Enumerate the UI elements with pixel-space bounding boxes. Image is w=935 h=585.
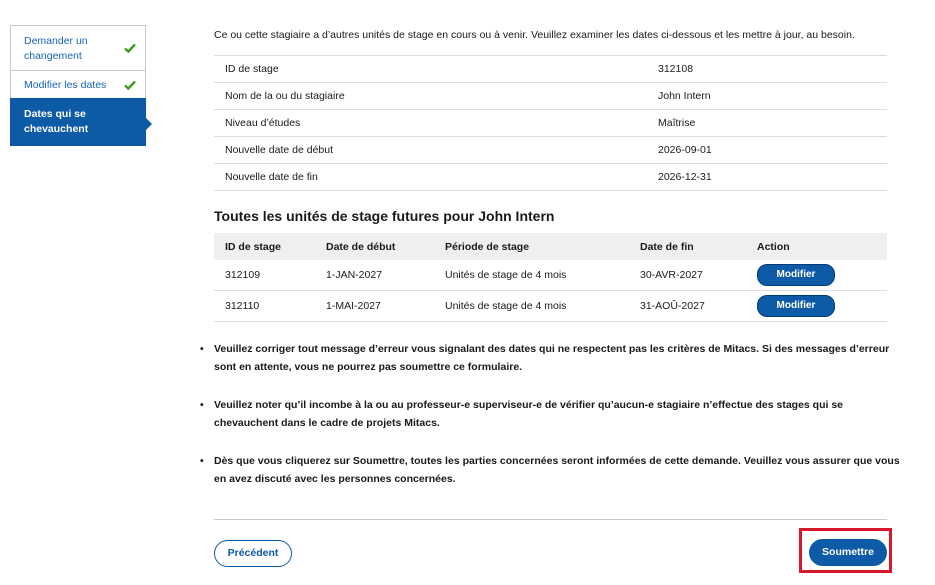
table-header-row: ID de stage Date de début Période de sta… (214, 233, 887, 260)
note-item: Veuillez corriger tout message d’erreur … (200, 340, 900, 376)
info-label: ID de stage (214, 55, 658, 83)
cell-action: Modifier (746, 290, 887, 322)
info-value: 312108 (658, 55, 887, 83)
progress-sidebar: Demander un changement Modifier les date… (10, 25, 152, 146)
cell-action: Modifier (746, 260, 887, 291)
sidebar-item-label: Modifier les dates (24, 79, 107, 91)
cell-end-date: 31-AOÛ-2027 (629, 290, 746, 322)
info-row: Niveau d’études Maîtrise (214, 109, 887, 137)
sidebar-item-label: Dates qui se chevauchent (24, 108, 89, 135)
check-icon (124, 80, 136, 90)
previous-button[interactable]: Précédent (214, 540, 292, 567)
info-value: 2026-12-31 (658, 163, 887, 191)
info-row: ID de stage 312108 (214, 55, 887, 83)
cell-id: 312110 (214, 290, 315, 322)
column-header: Action (746, 233, 887, 260)
info-label: Nouvelle date de début (214, 136, 658, 164)
info-row: Nouvelle date de début 2026-09-01 (214, 136, 887, 164)
check-icon (124, 43, 136, 53)
sidebar-item-label: Demander un changement (24, 35, 88, 62)
info-label: Niveau d’études (214, 109, 658, 137)
divider (214, 519, 887, 520)
sidebar-item-request-change[interactable]: Demander un changement (10, 25, 146, 70)
column-header: Date de début (315, 233, 434, 260)
cell-end-date: 30-AVR-2027 (629, 260, 746, 291)
notes-list: Veuillez corriger tout message d’erreur … (200, 340, 900, 508)
note-item: Veuillez noter qu’il incombe à la ou au … (200, 396, 900, 432)
column-header: Période de stage (434, 233, 629, 260)
internship-info-table: ID de stage 312108 Nom de la ou du stagia… (214, 55, 887, 191)
table-row: 312110 1-MAI-2027 Unités de stage de 4 m… (214, 290, 887, 322)
cell-period: Unités de stage de 4 mois (434, 260, 629, 291)
cell-period: Unités de stage de 4 mois (434, 290, 629, 322)
future-units-title: Toutes les unités de stage futures pour … (214, 208, 555, 224)
cell-start-date: 1-MAI-2027 (315, 290, 434, 322)
table-row: 312109 1-JAN-2027 Unités de stage de 4 m… (214, 260, 887, 291)
sidebar-item-modify-dates[interactable]: Modifier les dates (10, 70, 146, 98)
info-value: John Intern (658, 82, 887, 110)
info-label: Nouvelle date de fin (214, 163, 658, 191)
future-units-table: ID de stage Date de début Période de sta… (214, 233, 887, 322)
submit-button[interactable]: Soumettre (809, 539, 887, 566)
modify-button[interactable]: Modifier (757, 295, 835, 317)
info-value: 2026-09-01 (658, 136, 887, 164)
column-header: Date de fin (629, 233, 746, 260)
info-row: Nom de la ou du stagiaire John Intern (214, 82, 887, 110)
cell-start-date: 1-JAN-2027 (315, 260, 434, 291)
info-row: Nouvelle date de fin 2026-12-31 (214, 163, 887, 191)
info-label: Nom de la ou du stagiaire (214, 82, 658, 110)
cell-id: 312109 (214, 260, 315, 291)
sidebar-item-overlapping-dates[interactable]: Dates qui se chevauchent (10, 98, 152, 146)
note-item: Dès que vous cliquerez sur Soumettre, to… (200, 452, 900, 488)
modify-button[interactable]: Modifier (757, 264, 835, 286)
info-value: Maîtrise (658, 109, 887, 137)
column-header: ID de stage (214, 233, 315, 260)
intro-text: Ce ou cette stagiaire a d’autres unités … (214, 29, 855, 41)
